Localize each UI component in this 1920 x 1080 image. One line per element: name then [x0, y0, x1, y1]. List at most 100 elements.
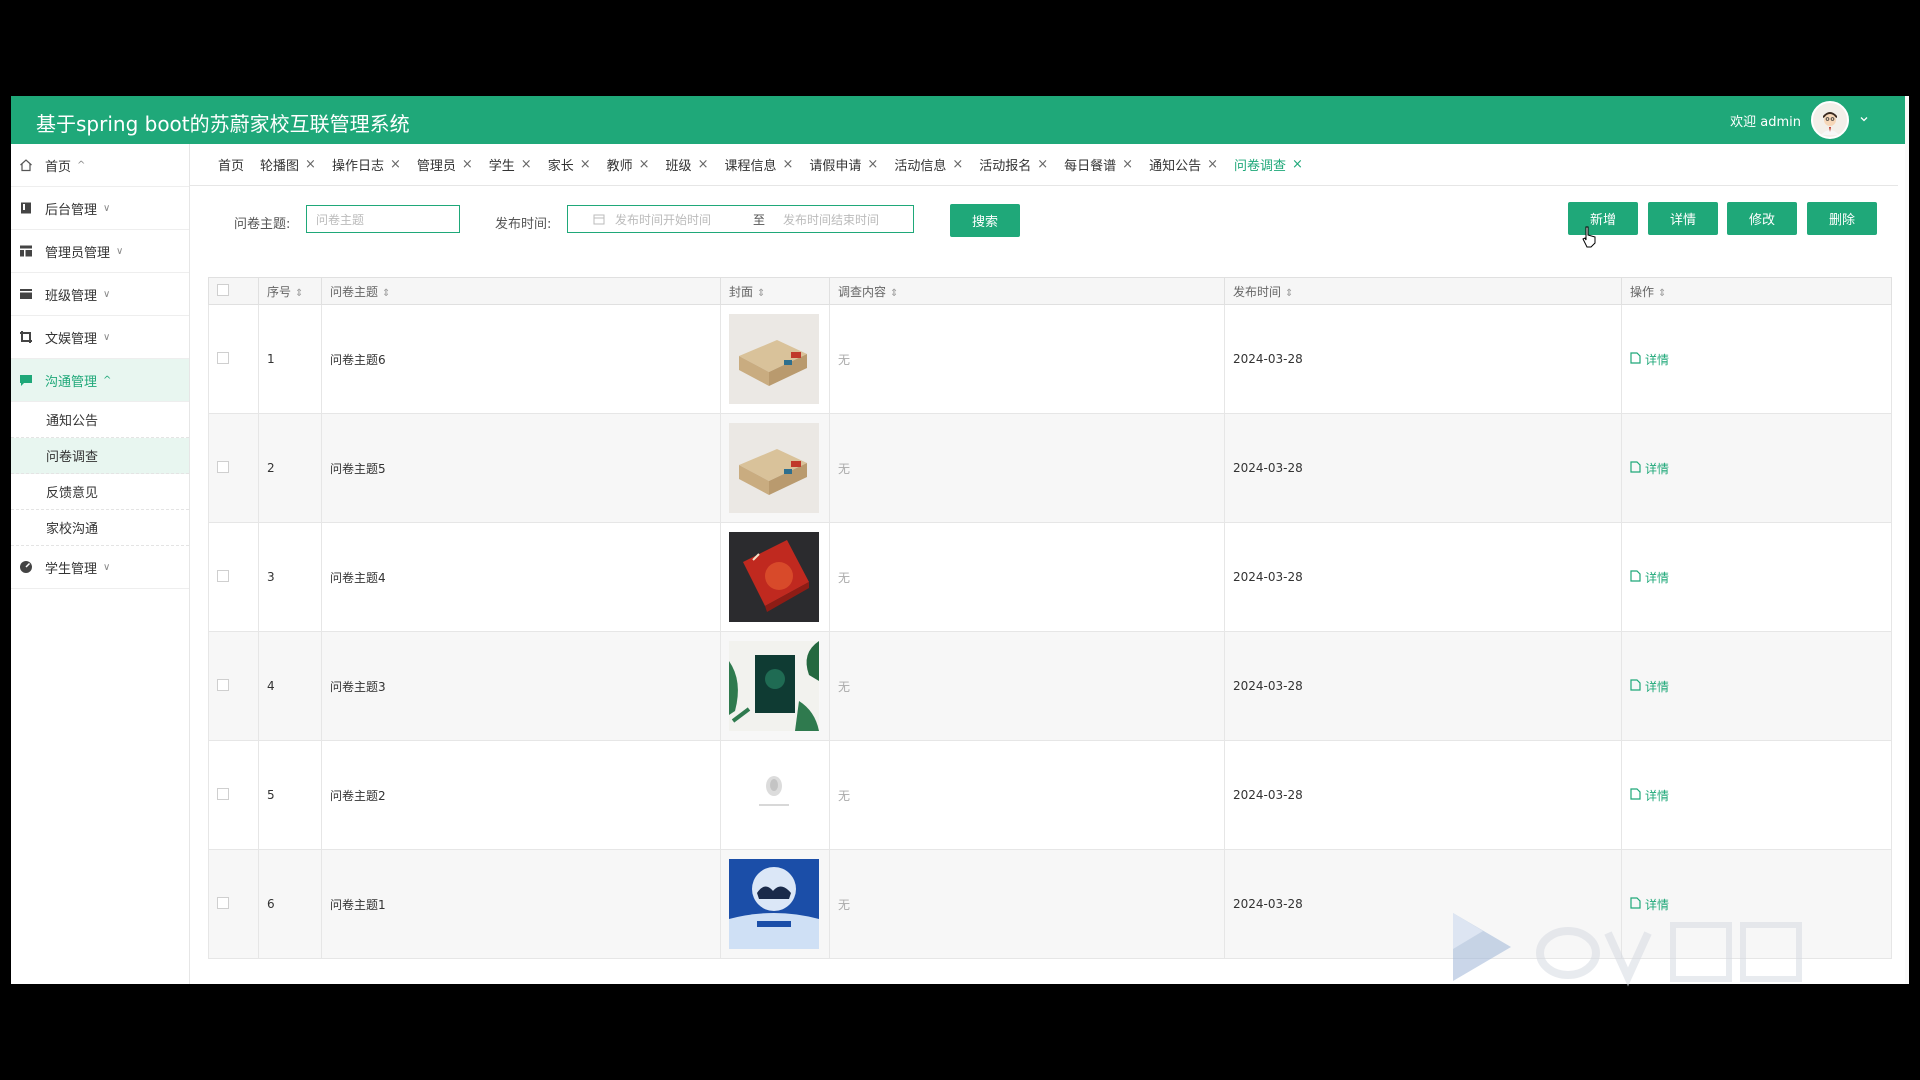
cover-cell: [720, 413, 830, 523]
row-checkbox[interactable]: [217, 351, 229, 364]
column-header-content[interactable]: 调查内容 ⇕: [829, 277, 1225, 305]
tab-carousel[interactable]: 轮播图 ×: [260, 155, 316, 174]
user-menu[interactable]: 欢迎 admin: [1730, 101, 1869, 139]
sort-icon[interactable]: ⇕: [295, 288, 303, 299]
tab-operation-log[interactable]: 操作日志 ×: [332, 155, 401, 174]
column-label: 问卷主题: [330, 284, 379, 299]
cover-image-box[interactable]: [729, 750, 819, 840]
tab-survey[interactable]: 问卷调查 ×: [1234, 155, 1303, 174]
add-button[interactable]: 新增: [1568, 202, 1638, 235]
select-all-cell: [208, 277, 259, 305]
column-header-time[interactable]: 发布时间 ⇕: [1224, 277, 1622, 305]
sidebar-subitem-home-school[interactable]: 家校沟通: [11, 510, 189, 546]
sidebar-item-backend[interactable]: 后台管理 ∨: [11, 187, 189, 230]
cover-image-box[interactable]: [729, 423, 819, 513]
close-icon[interactable]: ×: [1122, 157, 1133, 172]
column-header-topic[interactable]: 问卷主题 ⇕: [321, 277, 721, 305]
tab-teacher[interactable]: 教师 ×: [607, 155, 650, 174]
column-label: 序号: [267, 284, 292, 299]
sidebar-item-admin[interactable]: 管理员管理 ∨: [11, 230, 189, 273]
search-button[interactable]: 搜索: [950, 204, 1020, 237]
end-date-placeholder[interactable]: 发布时间结束时间: [783, 211, 879, 228]
close-icon[interactable]: ×: [305, 157, 316, 172]
close-icon[interactable]: ×: [390, 157, 401, 172]
close-icon[interactable]: ×: [462, 157, 473, 172]
close-icon[interactable]: ×: [580, 157, 591, 172]
edit-button[interactable]: 修改: [1727, 202, 1797, 235]
avatar[interactable]: [1811, 101, 1849, 139]
row-detail-link[interactable]: 详情: [1630, 351, 1669, 368]
close-icon[interactable]: ×: [782, 157, 793, 172]
table-row[interactable]: 2 问卷主题5 无 2024-03-28 详情: [208, 413, 1892, 523]
detail-label: 详情: [1645, 679, 1670, 694]
tab-student[interactable]: 学生 ×: [489, 155, 532, 174]
sidebar-subitem-feedback[interactable]: 反馈意见: [11, 474, 189, 510]
detail-button[interactable]: 详情: [1648, 202, 1718, 235]
tab-notice[interactable]: 通知公告 ×: [1149, 155, 1218, 174]
table-row[interactable]: 4 问卷主题3 无 2024-03-28 详情: [208, 631, 1892, 741]
start-date-placeholder[interactable]: 发布时间开始时间: [615, 211, 753, 228]
row-checkbox[interactable]: [217, 896, 229, 909]
home-icon: [18, 157, 34, 173]
column-header-index[interactable]: 序号 ⇕: [258, 277, 322, 305]
sort-icon[interactable]: ⇕: [1285, 288, 1293, 299]
table-row[interactable]: 5 问卷主题2 无 2024-03-28 详情: [208, 740, 1892, 850]
sort-icon[interactable]: ⇕: [890, 288, 898, 299]
tab-course[interactable]: 课程信息 ×: [724, 155, 793, 174]
close-icon[interactable]: ×: [521, 157, 532, 172]
sort-icon[interactable]: ⇕: [382, 288, 390, 299]
tab-leave[interactable]: 请假申请 ×: [809, 155, 878, 174]
row-detail-link[interactable]: 详情: [1630, 678, 1669, 695]
close-icon[interactable]: ×: [698, 157, 709, 172]
sort-icon[interactable]: ⇕: [1658, 288, 1666, 299]
table-row[interactable]: 3 问卷主题4 无 2024-03-28 详情: [208, 522, 1892, 632]
row-detail-link[interactable]: 详情: [1630, 787, 1669, 804]
close-icon[interactable]: ×: [1207, 157, 1218, 172]
close-icon[interactable]: ×: [867, 157, 878, 172]
sidebar-subitem-notice[interactable]: 通知公告: [11, 402, 189, 438]
delete-button[interactable]: 删除: [1807, 202, 1877, 235]
window-scrollbar[interactable]: [1905, 96, 1909, 984]
sidebar-item-communication[interactable]: 沟通管理 ^: [11, 359, 189, 402]
row-checkbox[interactable]: [217, 569, 229, 582]
row-checkbox[interactable]: [217, 460, 229, 473]
tab-parent[interactable]: 家长 ×: [548, 155, 591, 174]
tab-activity[interactable]: 活动信息 ×: [894, 155, 963, 174]
topic-search-input[interactable]: 问卷主题: [306, 205, 460, 233]
close-icon[interactable]: ×: [952, 157, 963, 172]
content-value: 无: [838, 352, 851, 367]
sort-icon[interactable]: ⇕: [757, 288, 765, 299]
cover-image-box[interactable]: [729, 641, 819, 731]
sidebar-item-entertainment[interactable]: 文娱管理 ∨: [11, 316, 189, 359]
row-checkbox[interactable]: [217, 678, 229, 691]
sidebar-item-student[interactable]: 学生管理 ∨: [11, 546, 189, 589]
cover-image-box[interactable]: [729, 859, 819, 949]
main-content: 首页 轮播图 × 操作日志 × 管理员 × 学生 × 家长 × 教师 × 班级 × 课程信息 ×…: [190, 144, 1909, 984]
cover-image-box[interactable]: [729, 314, 819, 404]
index-cell: 4: [258, 631, 322, 741]
close-icon[interactable]: ×: [1292, 157, 1303, 172]
sidebar-subitem-survey[interactable]: 问卷调查: [11, 438, 189, 474]
tab-activity-signup[interactable]: 活动报名 ×: [979, 155, 1048, 174]
detail-label: 详情: [1645, 352, 1670, 367]
tab-class[interactable]: 班级 ×: [666, 155, 709, 174]
close-icon[interactable]: ×: [639, 157, 650, 172]
cover-image-box[interactable]: [729, 532, 819, 622]
column-header-action[interactable]: 操作 ⇕: [1621, 277, 1892, 305]
tab-home[interactable]: 首页: [218, 155, 244, 174]
chevron-down-icon[interactable]: [1859, 114, 1869, 127]
row-detail-link[interactable]: 详情: [1630, 569, 1669, 586]
select-all-checkbox[interactable]: [217, 283, 229, 296]
close-icon[interactable]: ×: [1037, 157, 1048, 172]
row-detail-link[interactable]: 详情: [1630, 460, 1669, 477]
column-header-cover[interactable]: 封面 ⇕: [720, 277, 830, 305]
layout-icon: [18, 243, 34, 259]
date-range-picker[interactable]: 发布时间开始时间 至 发布时间结束时间: [567, 205, 914, 233]
header-bar: 基于spring boot的苏蔚家校互联管理系统 欢迎 admin: [11, 96, 1909, 144]
table-row[interactable]: 1 问卷主题6 无 2024-03-28 详情: [208, 304, 1892, 414]
row-checkbox[interactable]: [217, 787, 229, 800]
tab-admin[interactable]: 管理员 ×: [417, 155, 473, 174]
tab-daily-menu[interactable]: 每日餐谱 ×: [1064, 155, 1133, 174]
sidebar-item-class[interactable]: 班级管理 ∨: [11, 273, 189, 316]
sidebar-item-home[interactable]: 首页 ^: [11, 144, 189, 187]
